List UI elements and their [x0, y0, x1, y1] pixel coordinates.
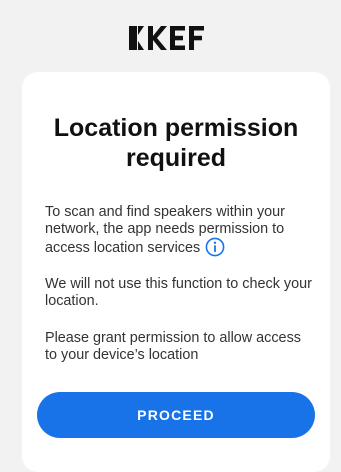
kef-logo	[0, 22, 341, 54]
info-icon[interactable]	[205, 237, 225, 257]
location-explanation: To scan and find speakers within your ne…	[45, 204, 315, 258]
privacy-note: We will not use this function to check y…	[45, 276, 312, 309]
kef-logo-mark	[128, 26, 204, 50]
dialog-title: Location permission required	[53, 114, 299, 172]
proceed-button[interactable]: PROCEED	[37, 392, 315, 438]
location-explanation-text: To scan and find speakers within your ne…	[45, 204, 285, 256]
grant-request: Please grant permission to allow access …	[45, 330, 301, 363]
